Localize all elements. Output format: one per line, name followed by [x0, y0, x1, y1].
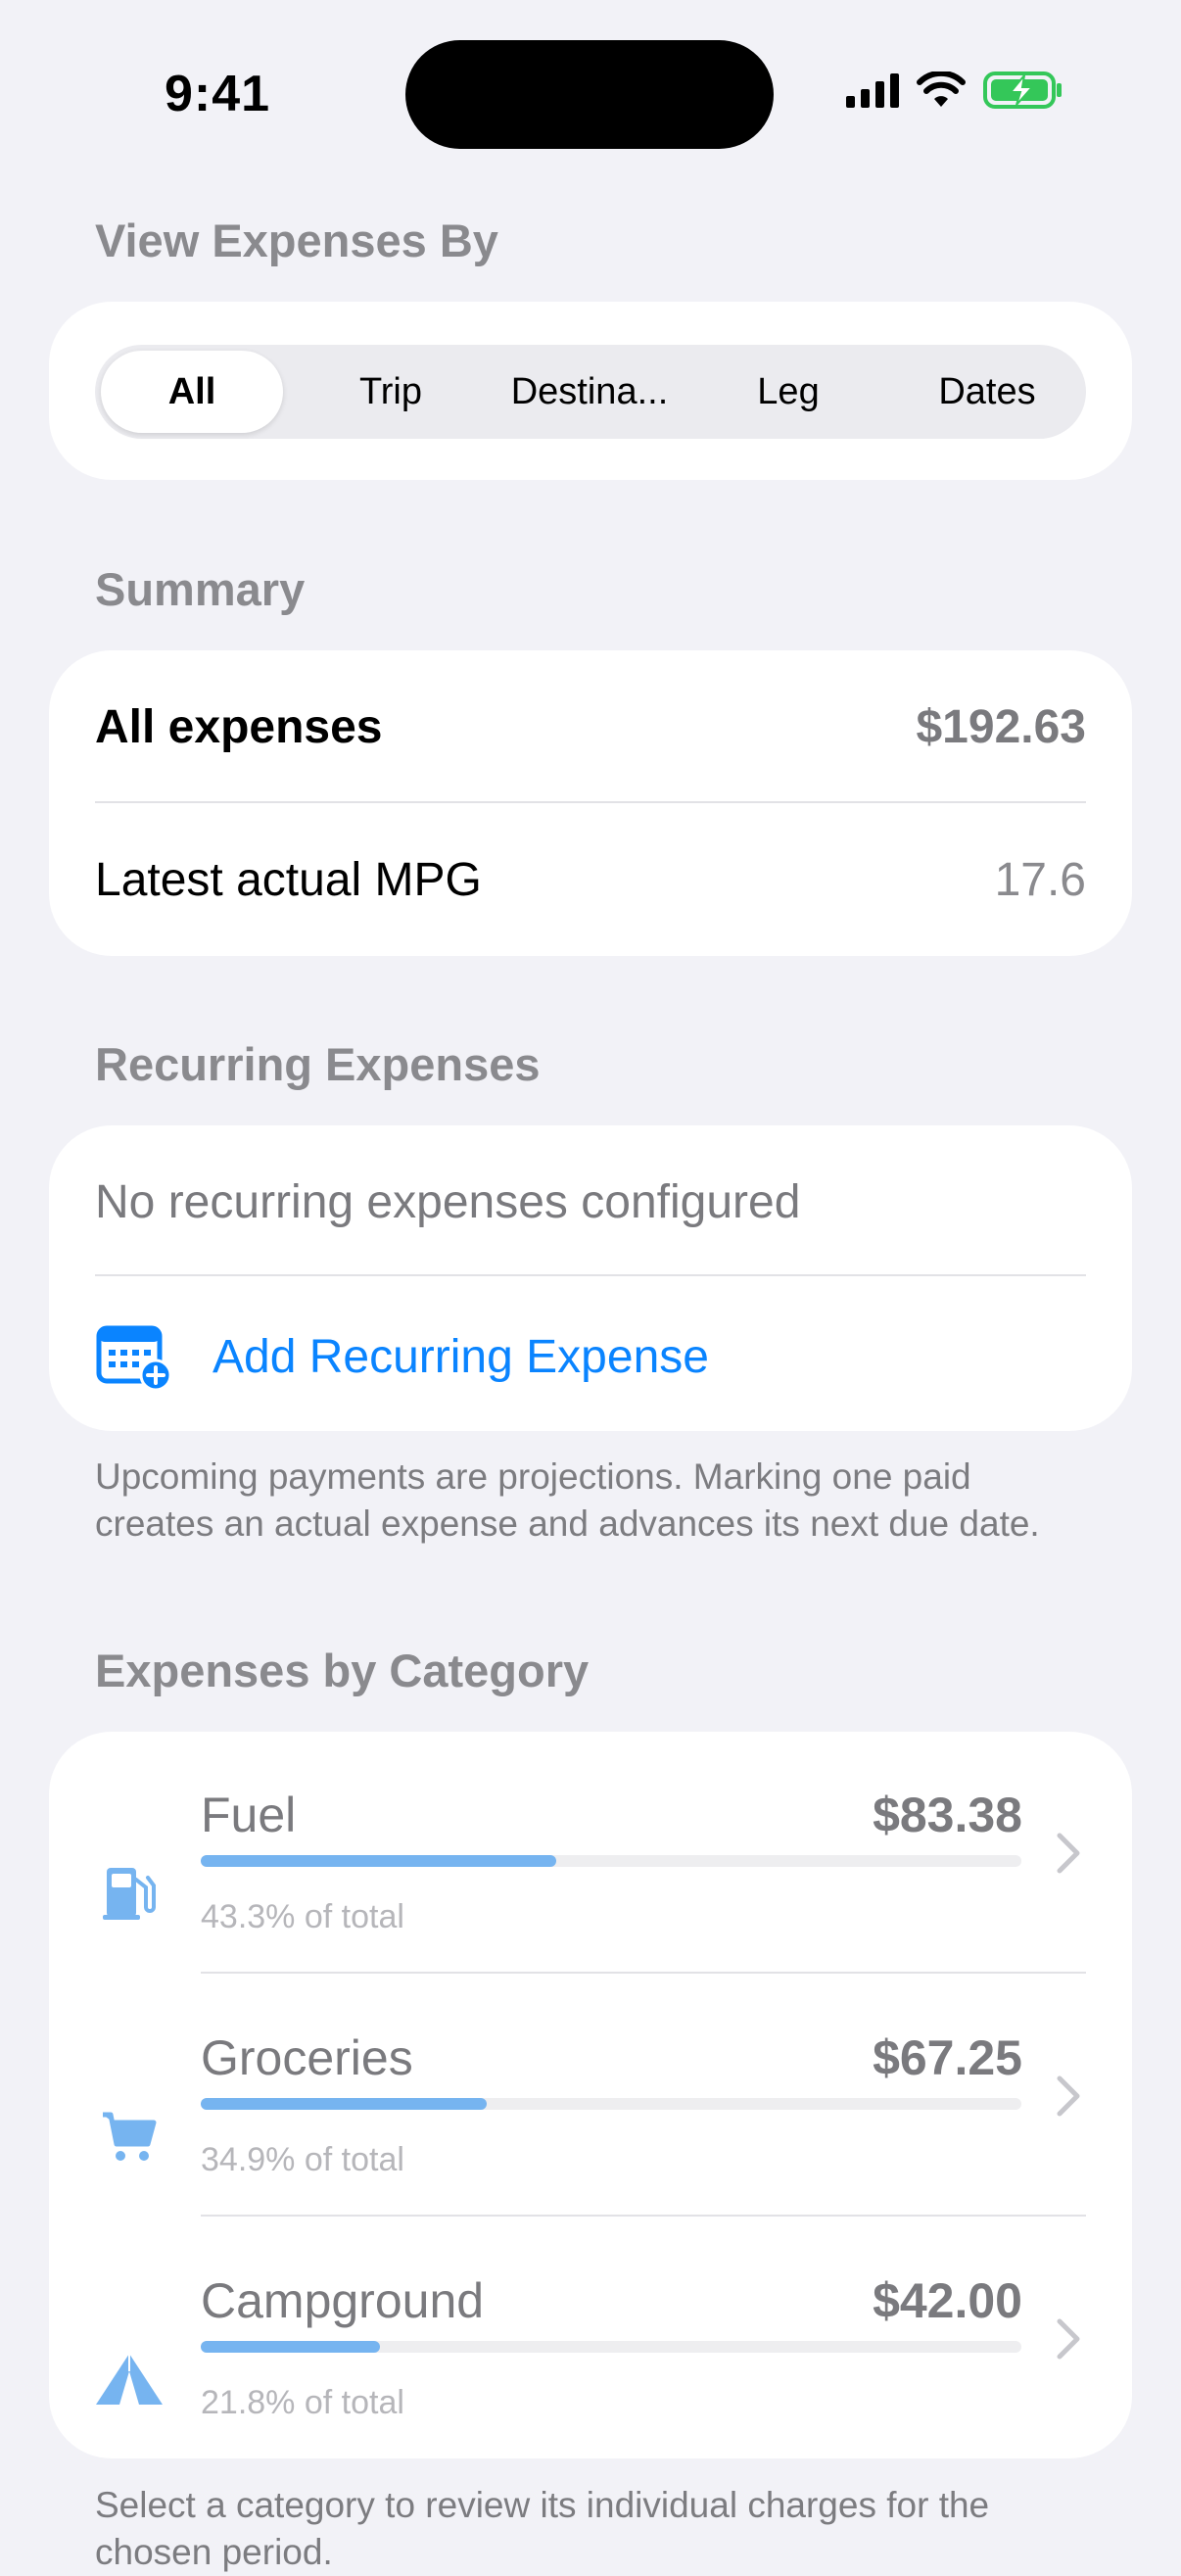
recurring-footnote: Upcoming payments are projections. Marki…	[95, 1456, 1040, 1544]
fuel-pump-icon	[88, 1851, 170, 1933]
add-recurring-expense-button[interactable]: Add Recurring Expense	[95, 1317, 1086, 1396]
category-percent: 43.3% of total	[201, 1898, 404, 1935]
view-by-segmented-control: All Trip Destina... Leg Dates	[95, 345, 1086, 439]
category-progress-fill	[201, 2098, 488, 2110]
battery-charging-icon	[983, 72, 1062, 109]
category-divider	[201, 2215, 1086, 2217]
status-bar: 9:41	[0, 0, 1181, 149]
chevron-right-icon	[1057, 2318, 1080, 2360]
category-name: Groceries	[201, 2030, 413, 2085]
mpg-value: 17.6	[994, 853, 1086, 906]
recurring-empty-text: No recurring expenses configured	[95, 1175, 801, 1228]
segment-dates[interactable]: Dates	[896, 351, 1078, 433]
cellular-signal-icon	[846, 72, 899, 108]
category-amount: $42.00	[873, 2273, 1022, 2328]
category-row-campground[interactable]: Campground $42.00 21.8% of total	[49, 2218, 1132, 2460]
all-expenses-row: All expenses $192.63	[95, 697, 1086, 756]
category-row-fuel[interactable]: Fuel $83.38 43.3% of total	[49, 1732, 1132, 1975]
recurring-card: No recurring expenses configured Add Rec…	[49, 1125, 1132, 1431]
expenses-by-category-header: Expenses by Category	[95, 1645, 590, 1696]
summary-divider	[95, 801, 1086, 803]
category-progress-bar	[201, 2341, 1021, 2353]
category-divider	[201, 1972, 1086, 1974]
calendar-add-icon	[96, 1325, 172, 1391]
status-icons	[846, 71, 1063, 110]
recurring-expenses-header: Recurring Expenses	[95, 1038, 541, 1090]
segment-leg[interactable]: Leg	[697, 351, 879, 433]
segment-destination[interactable]: Destina...	[498, 351, 681, 433]
category-name: Campground	[201, 2273, 485, 2328]
category-amount: $67.25	[873, 2030, 1022, 2085]
tent-icon	[88, 2337, 170, 2419]
category-progress-bar	[201, 2098, 1021, 2110]
add-recurring-expense-label: Add Recurring Expense	[213, 1330, 709, 1383]
mpg-label: Latest actual MPG	[95, 853, 482, 906]
chevron-right-icon	[1057, 1833, 1080, 1874]
segment-all[interactable]: All	[101, 351, 283, 433]
category-percent: 21.8% of total	[201, 2384, 404, 2421]
category-progress-fill	[201, 1855, 556, 1867]
summary-header: Summary	[95, 563, 306, 615]
wifi-icon	[917, 72, 966, 107]
dynamic-island	[405, 40, 774, 149]
category-progress-fill	[201, 2341, 380, 2353]
categories-card: Fuel $83.38 43.3% of total Groceries $67…	[49, 1732, 1132, 2458]
summary-card: All expenses $192.63 Latest actual MPG 1…	[49, 650, 1132, 956]
category-percent: 34.9% of total	[201, 2141, 404, 2178]
category-row-groceries[interactable]: Groceries $67.25 34.9% of total	[49, 1975, 1132, 2218]
view-by-card: All Trip Destina... Leg Dates	[49, 302, 1132, 480]
category-name: Fuel	[201, 1788, 297, 1842]
mpg-row: Latest actual MPG 17.6	[95, 850, 1086, 909]
all-expenses-value: $192.63	[916, 700, 1086, 753]
chevron-right-icon	[1057, 2075, 1080, 2117]
recurring-empty-row: No recurring expenses configured	[95, 1172, 1086, 1231]
category-progress-bar	[201, 1855, 1021, 1867]
categories-footnote: Select a category to review its individu…	[95, 2485, 990, 2572]
all-expenses-label: All expenses	[95, 700, 383, 753]
recurring-divider	[95, 1274, 1086, 1276]
view-expenses-by-header: View Expenses By	[95, 215, 498, 266]
cart-icon	[88, 2094, 170, 2176]
segment-trip[interactable]: Trip	[300, 351, 482, 433]
status-time: 9:41	[165, 66, 271, 122]
category-amount: $83.38	[873, 1788, 1022, 1842]
